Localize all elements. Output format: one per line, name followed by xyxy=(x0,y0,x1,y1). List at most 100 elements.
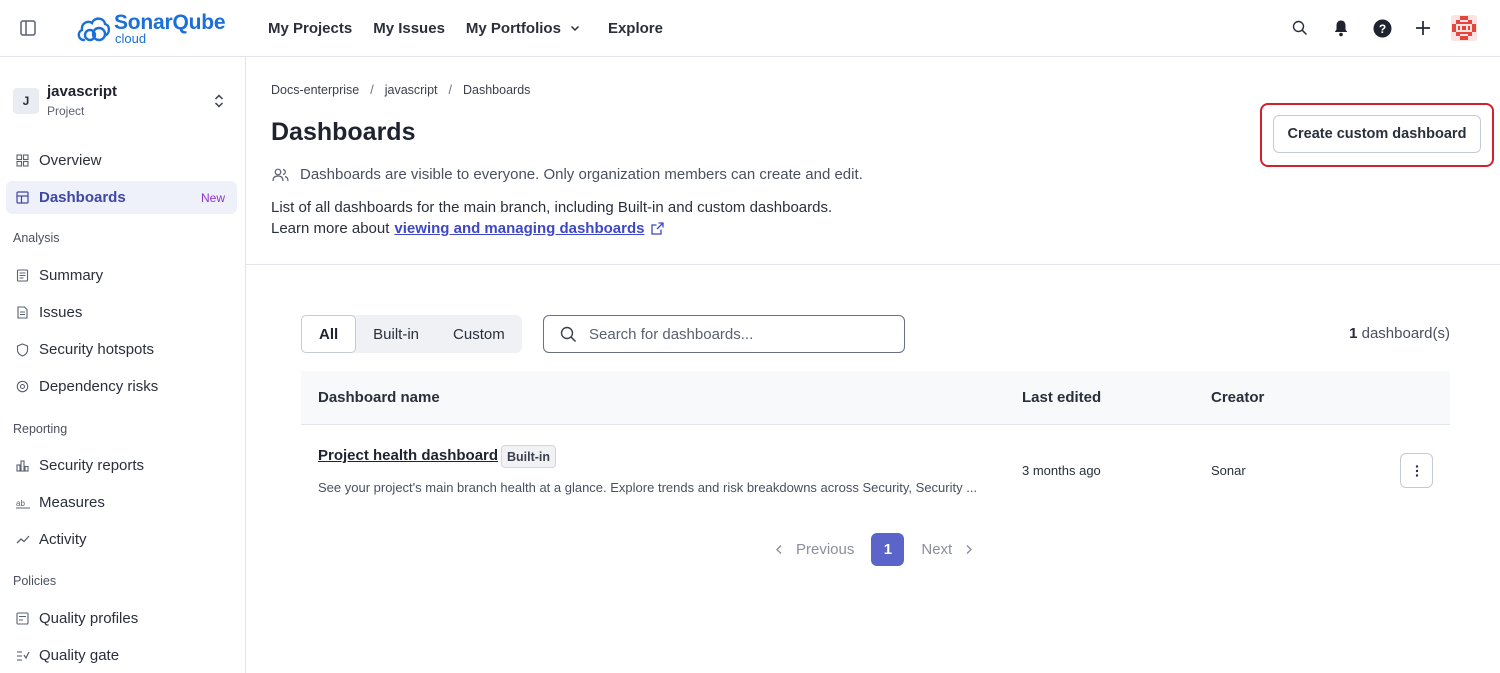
section-reporting: Reporting xyxy=(13,422,68,436)
search-icon xyxy=(560,326,577,342)
visibility-note: Dashboards are visible to everyone. Only… xyxy=(272,166,863,183)
breadcrumb-current: Dashboards xyxy=(463,83,531,97)
chevron-down-icon xyxy=(570,25,579,32)
summary-icon xyxy=(15,268,30,283)
sidebar-item-label: Security reports xyxy=(39,457,145,474)
section-policies: Policies xyxy=(13,574,57,588)
sidebar-item-dependency-risks[interactable]: Dependency risks xyxy=(6,370,237,403)
sidebar-item-measures[interactable]: ab Measures xyxy=(6,486,237,519)
dashboard-count-value: 1 xyxy=(1349,325,1358,342)
column-header-last-edited[interactable]: Last edited xyxy=(1022,389,1101,406)
sidebar-item-label: Issues xyxy=(39,304,83,321)
next-label: Next xyxy=(921,541,953,558)
nav-my-projects[interactable]: My Projects xyxy=(268,20,352,37)
search-box xyxy=(543,315,905,353)
visibility-text: Dashboards are visible to everyone. Only… xyxy=(300,166,863,183)
sidebar-item-label: Dashboards xyxy=(39,189,126,206)
external-link-icon[interactable] xyxy=(650,221,665,236)
bell-icon[interactable] xyxy=(1327,14,1355,42)
sidebar-item-security-hotspots[interactable]: Security hotspots xyxy=(6,333,237,366)
filter-all[interactable]: All xyxy=(301,315,357,353)
new-badge: New xyxy=(200,190,225,205)
sidebar-item-label: Overview xyxy=(39,152,102,169)
shield-icon xyxy=(15,342,30,357)
breadcrumb-separator: / xyxy=(448,83,452,97)
sidebar-item-overview[interactable]: Overview xyxy=(6,144,237,177)
measures-icon: ab xyxy=(15,495,30,510)
breadcrumb-project[interactable]: javascript xyxy=(385,83,438,97)
activity-icon xyxy=(15,532,30,547)
dashboard-description: See your project's main branch health at… xyxy=(318,480,978,495)
table-row: Project health dashboard Built-in See yo… xyxy=(301,426,1450,514)
filter-custom[interactable]: Custom xyxy=(436,315,522,353)
breadcrumb-organization[interactable]: Docs-enterprise xyxy=(271,83,359,97)
user-avatar[interactable] xyxy=(1450,14,1478,42)
cloud-logo-icon xyxy=(77,17,111,42)
sidebar-item-quality-gate[interactable]: Quality gate xyxy=(6,639,237,672)
page-number-current[interactable]: 1 xyxy=(871,533,905,566)
pagination: Previous 1 Next xyxy=(775,533,973,566)
dashboard-icon xyxy=(15,190,30,205)
quality-gate-icon xyxy=(15,648,30,663)
previous-page-button[interactable]: Previous xyxy=(775,541,854,558)
sidebar-item-quality-profiles[interactable]: Quality profiles xyxy=(6,602,237,635)
next-page-button[interactable]: Next xyxy=(921,541,973,558)
issues-icon xyxy=(15,305,30,320)
sidebar-item-label: Security hotspots xyxy=(39,341,155,358)
search-icon[interactable] xyxy=(1286,14,1314,42)
sidebar-item-label: Quality profiles xyxy=(39,610,139,627)
sidebar-item-issues[interactable]: Issues xyxy=(6,296,237,329)
more-vertical-icon xyxy=(1415,464,1418,477)
sidebar-item-label: Dependency risks xyxy=(39,378,159,395)
dashboard-type-filter: All Built-in Custom xyxy=(301,315,522,353)
column-header-creator[interactable]: Creator xyxy=(1211,389,1264,406)
overview-icon xyxy=(15,153,30,168)
create-custom-dashboard-button[interactable]: Create custom dashboard xyxy=(1273,115,1481,153)
learn-more: Learn more about viewing and managing da… xyxy=(271,220,665,237)
nav-my-portfolios-label: My Portfolios xyxy=(465,19,561,37)
chevron-right-icon xyxy=(966,545,973,554)
plus-icon[interactable] xyxy=(1409,14,1437,42)
dependency-risk-icon xyxy=(15,379,30,394)
built-in-badge: Built-in xyxy=(501,445,557,468)
bar-chart-icon xyxy=(15,458,30,473)
project-selector[interactable]: J javascript Project xyxy=(13,80,233,126)
breadcrumb: Docs-enterprise / javascript / Dashboard… xyxy=(271,83,530,97)
sonarqube-logo[interactable]: SonarQube cloud xyxy=(75,10,226,46)
section-analysis: Analysis xyxy=(13,231,60,245)
sidebar-item-label: Measures xyxy=(39,494,105,511)
previous-label: Previous xyxy=(796,541,855,558)
table-header: Dashboard name Last edited Creator xyxy=(301,371,1450,425)
users-icon xyxy=(272,168,289,181)
search-input[interactable] xyxy=(589,325,879,343)
help-icon[interactable]: ? xyxy=(1368,14,1396,42)
sidebar: J javascript Project Overview Dashboards… xyxy=(0,57,246,673)
divider xyxy=(246,264,1500,265)
sidebar-item-summary[interactable]: Summary xyxy=(6,259,237,292)
breadcrumb-separator: / xyxy=(370,83,374,97)
filter-built-in[interactable]: Built-in xyxy=(356,315,436,353)
project-type: Project xyxy=(47,104,85,118)
page-title: Dashboards xyxy=(271,118,416,146)
sidebar-item-security-reports[interactable]: Security reports xyxy=(6,449,237,482)
nav-my-issues[interactable]: My Issues xyxy=(373,20,445,37)
dashboard-name-link[interactable]: Project health dashboard xyxy=(318,447,498,464)
creator-value: Sonar xyxy=(1211,463,1246,478)
row-actions-button[interactable] xyxy=(1400,453,1433,488)
chevron-left-icon xyxy=(776,545,782,554)
column-header-name[interactable]: Dashboard name xyxy=(318,389,440,406)
nav-my-portfolios[interactable]: My Portfolios xyxy=(466,20,581,37)
learn-more-link[interactable]: viewing and managing dashboards xyxy=(394,220,644,237)
quality-profile-icon xyxy=(15,611,30,626)
sidebar-toggle-icon[interactable] xyxy=(19,19,37,37)
nav-explore[interactable]: Explore xyxy=(608,20,663,37)
dashboard-count: 1 dashboard(s) xyxy=(1349,325,1450,342)
sidebar-item-dashboards[interactable]: Dashboards New xyxy=(6,181,237,214)
sidebar-item-label: Quality gate xyxy=(39,647,120,664)
page-description: List of all dashboards for the main bran… xyxy=(271,199,833,216)
top-bar: SonarQube cloud My Projects My Issues My… xyxy=(0,0,1500,57)
last-edited-value: 3 months ago xyxy=(1022,463,1101,478)
sidebar-item-label: Activity xyxy=(39,531,87,548)
sidebar-item-activity[interactable]: Activity xyxy=(6,523,237,556)
dashboard-count-label: dashboard(s) xyxy=(1361,325,1450,342)
